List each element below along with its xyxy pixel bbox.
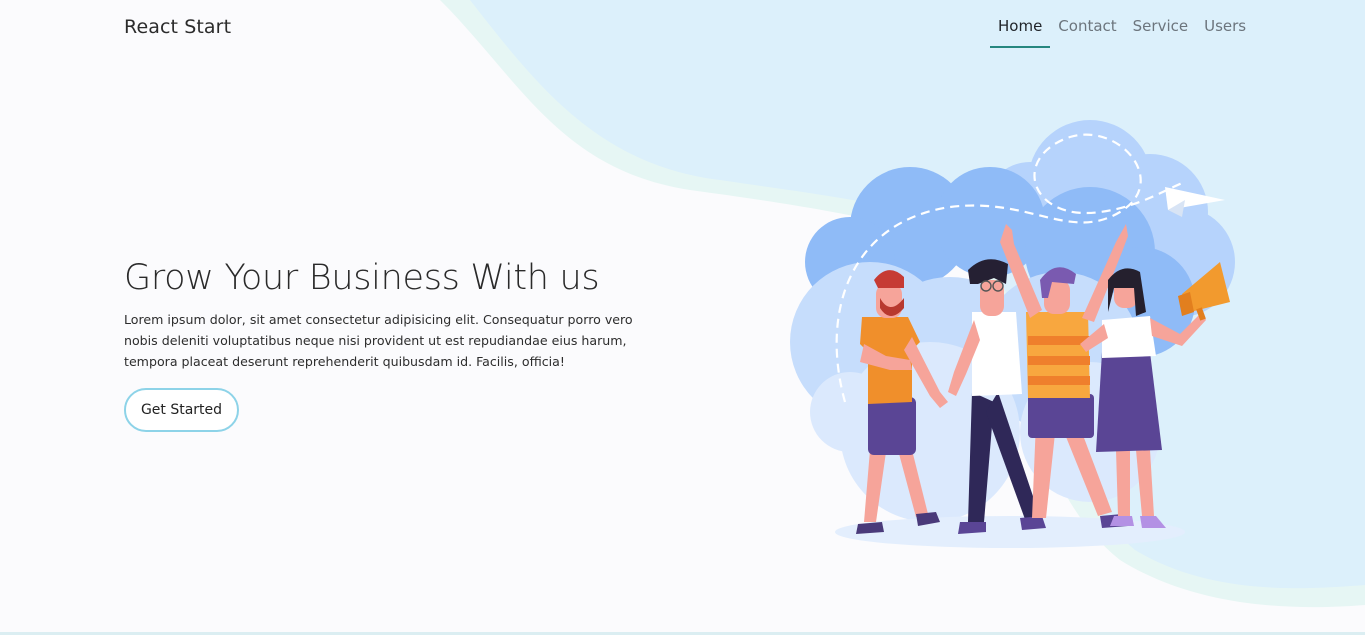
landing-page: React Start Home Contact Service Users G… <box>0 0 1365 635</box>
hero-section: Grow Your Business With us Lorem ipsum d… <box>124 254 684 432</box>
hero-title: Grow Your Business With us <box>124 258 600 298</box>
team-illustration <box>790 120 1235 548</box>
nav-item-home[interactable]: Home <box>990 0 1051 48</box>
nav-item-contact[interactable]: Contact <box>1050 0 1124 48</box>
get-started-button[interactable]: Get Started <box>124 388 239 432</box>
brand-logo[interactable]: React Start <box>124 16 231 38</box>
nav-menu: Home Contact Service Users <box>990 0 1254 48</box>
nav-item-service[interactable]: Service <box>1125 0 1196 48</box>
hero-description: Lorem ipsum dolor, sit amet consectetur … <box>124 312 633 369</box>
nav-item-users[interactable]: Users <box>1196 0 1254 48</box>
navbar: React Start Home Contact Service Users <box>0 0 1365 56</box>
